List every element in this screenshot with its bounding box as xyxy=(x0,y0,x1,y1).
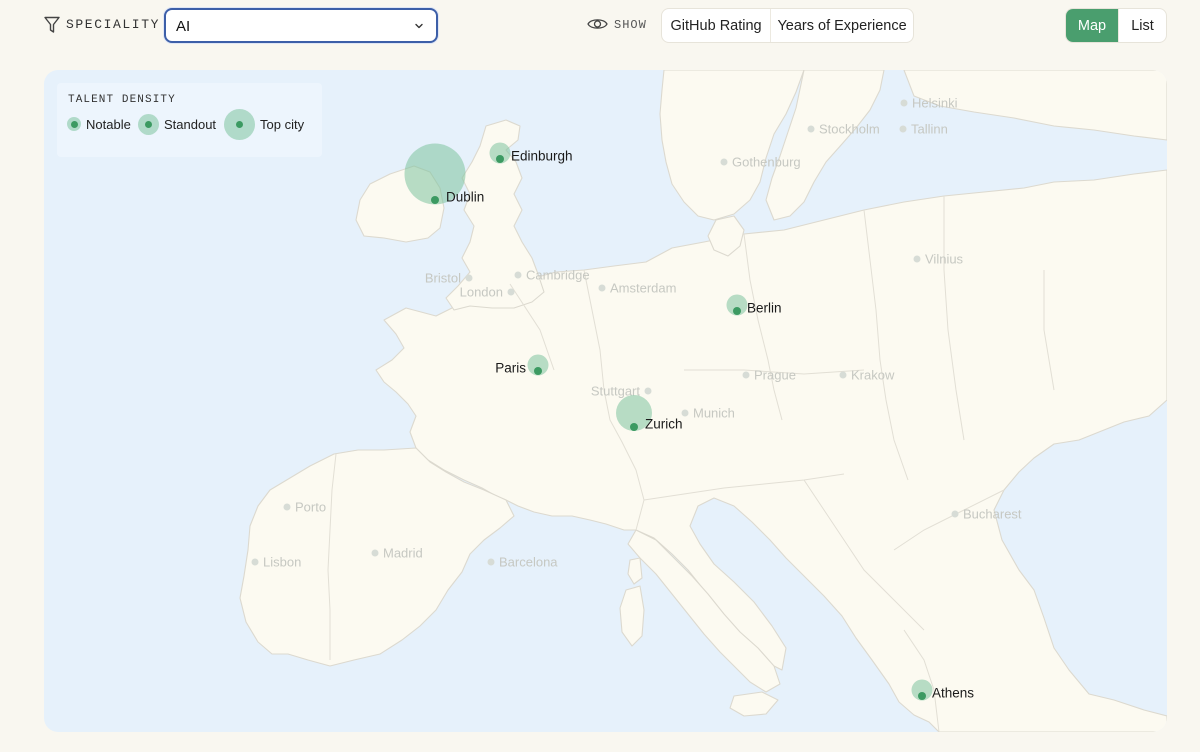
city-dot xyxy=(720,158,728,166)
standout-marker-icon xyxy=(138,113,159,135)
city-label: Munich xyxy=(693,405,735,421)
speciality-select-value: AI xyxy=(176,18,191,35)
legend-label: Notable xyxy=(86,116,131,132)
city-label: Amsterdam xyxy=(610,280,677,296)
city-label: Gothenburg xyxy=(732,154,801,170)
map-basemap xyxy=(239,70,1167,732)
city-dot xyxy=(371,549,379,557)
city-label: Madrid xyxy=(383,545,423,561)
city-label: Edinburgh xyxy=(511,148,573,163)
city-label: Prague xyxy=(754,367,796,383)
legend-item-standout: Standout xyxy=(138,113,216,135)
city-label: Barcelona xyxy=(499,554,558,570)
chevron-down-icon xyxy=(415,23,423,29)
legend-item-notable: Notable xyxy=(67,113,131,135)
city-label: Helsinki xyxy=(912,95,958,111)
city-dot xyxy=(913,255,921,263)
city-dot xyxy=(681,409,689,417)
city-dot xyxy=(465,274,473,282)
city-label: Athens xyxy=(932,685,975,700)
city-dot xyxy=(251,558,259,566)
city-label: Berlin xyxy=(747,300,782,315)
talent-density-legend: TALENT DENSITY Notable Standout Top city xyxy=(57,83,322,157)
speciality-select[interactable]: AI xyxy=(164,8,438,43)
city-dot xyxy=(514,271,522,279)
city-dot xyxy=(918,692,926,700)
legend-label: Top city xyxy=(260,116,305,132)
eye-icon xyxy=(587,19,608,29)
filter-icon xyxy=(44,16,60,33)
city-dot xyxy=(507,288,515,296)
city-label: Zurich xyxy=(645,416,683,431)
city-label: Paris xyxy=(495,360,526,375)
city-dot xyxy=(644,387,652,395)
toolbar: SPECIALITY AI SHOW GitHub Rating Years o… xyxy=(0,0,1200,50)
view-toggle-group: Map List xyxy=(1065,8,1167,43)
city-label: Cambridge xyxy=(526,267,590,283)
city-dot xyxy=(742,371,750,379)
city-label: Lisbon xyxy=(263,554,302,570)
legend-label: Standout xyxy=(164,116,217,132)
city-dot xyxy=(733,307,741,315)
city-dot xyxy=(630,423,638,431)
city-dot xyxy=(496,155,504,163)
city-label: Stockholm xyxy=(819,121,880,137)
city-label: Porto xyxy=(295,499,327,515)
top-city-marker-icon xyxy=(224,108,255,140)
show-label: SHOW xyxy=(614,18,647,32)
europe-map[interactable] xyxy=(44,70,1167,732)
list-view-button[interactable]: List xyxy=(1117,9,1166,42)
city-label: Krakow xyxy=(851,367,895,383)
city-dot xyxy=(598,284,606,292)
city-dot xyxy=(899,125,907,133)
notable-marker-icon xyxy=(67,117,81,131)
city-label: Tallinn xyxy=(911,121,948,137)
city-label: Dublin xyxy=(446,189,485,204)
legend-item-top-city: Top city xyxy=(224,106,304,142)
city-dot xyxy=(839,371,847,379)
land-sicily xyxy=(729,691,779,717)
speciality-label: SPECIALITY xyxy=(66,17,161,32)
city-dot xyxy=(431,196,439,204)
city-label: Bristol xyxy=(424,270,461,286)
land-sardinia xyxy=(619,585,645,647)
city-dot xyxy=(534,367,542,375)
map-view-button[interactable]: Map xyxy=(1066,9,1118,42)
city-dot xyxy=(283,503,291,511)
github-rating-button[interactable]: GitHub Rating xyxy=(662,9,770,42)
years-of-experience-button[interactable]: Years of Experience xyxy=(770,9,913,42)
city-dot xyxy=(487,558,495,566)
city-dot xyxy=(807,125,815,133)
city-label: London xyxy=(459,284,503,300)
city-dot xyxy=(900,99,908,107)
city-label: Vilnius xyxy=(925,251,964,267)
city-dot xyxy=(951,510,959,518)
city-label: Bucharest xyxy=(963,506,1022,522)
sort-toggle-group: GitHub Rating Years of Experience xyxy=(661,8,914,43)
land-corsica xyxy=(627,557,643,585)
legend-title: TALENT DENSITY xyxy=(68,94,176,106)
